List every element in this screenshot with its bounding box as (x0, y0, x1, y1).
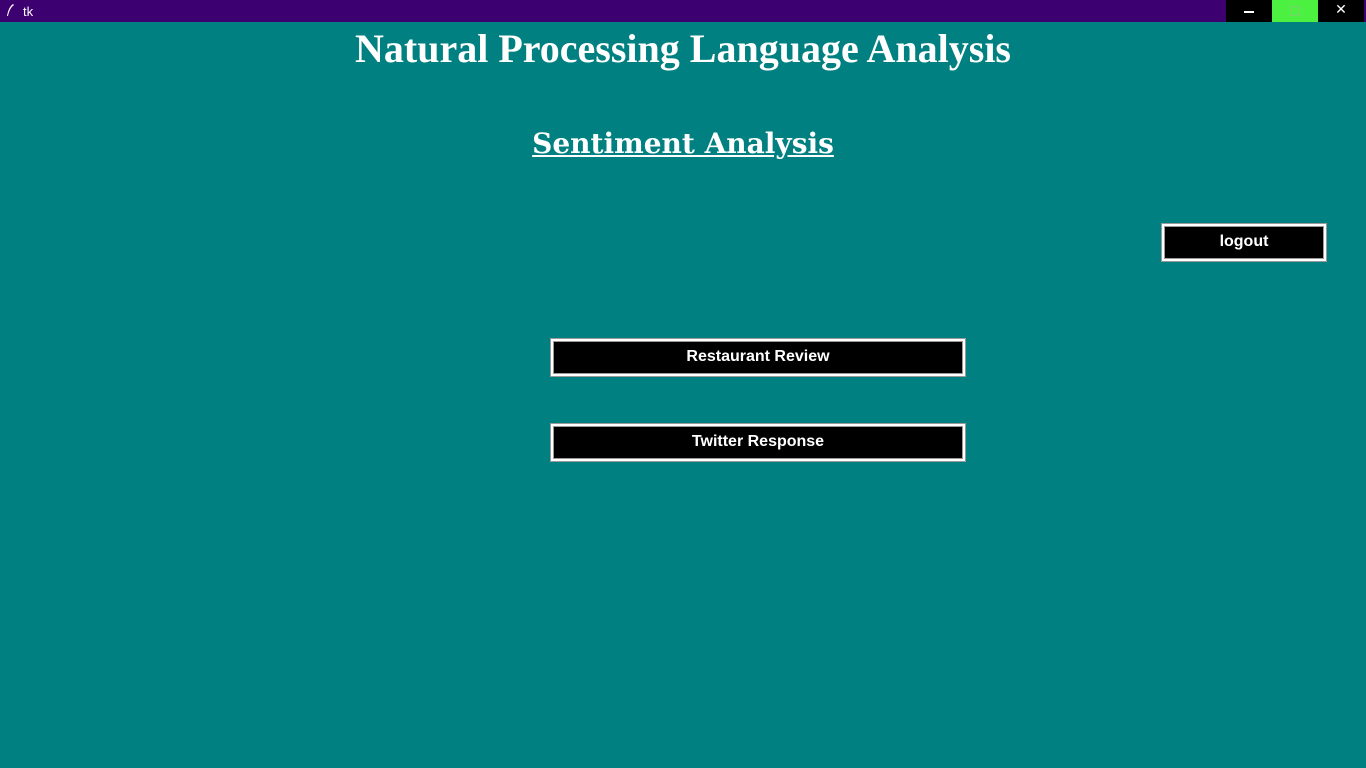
close-icon: ✕ (1335, 2, 1347, 18)
maximize-icon (1290, 6, 1300, 16)
maximize-button[interactable] (1272, 0, 1318, 22)
app-window: tk ✕ Natural Processing Language Analysi… (0, 0, 1366, 768)
feather-icon (5, 3, 15, 17)
page-title: Natural Processing Language Analysis (355, 26, 1011, 71)
restaurant-review-button[interactable]: Restaurant Review (550, 338, 966, 377)
window-titlebar[interactable]: tk ✕ (0, 0, 1366, 22)
close-button[interactable]: ✕ (1318, 0, 1364, 22)
logout-button[interactable]: logout (1161, 223, 1327, 262)
section-subtitle: Sentiment Analysis (532, 127, 834, 160)
minimize-icon (1244, 11, 1254, 13)
window-title: tk (23, 4, 34, 19)
minimize-button[interactable] (1226, 0, 1272, 22)
twitter-response-button[interactable]: Twitter Response (550, 423, 966, 462)
